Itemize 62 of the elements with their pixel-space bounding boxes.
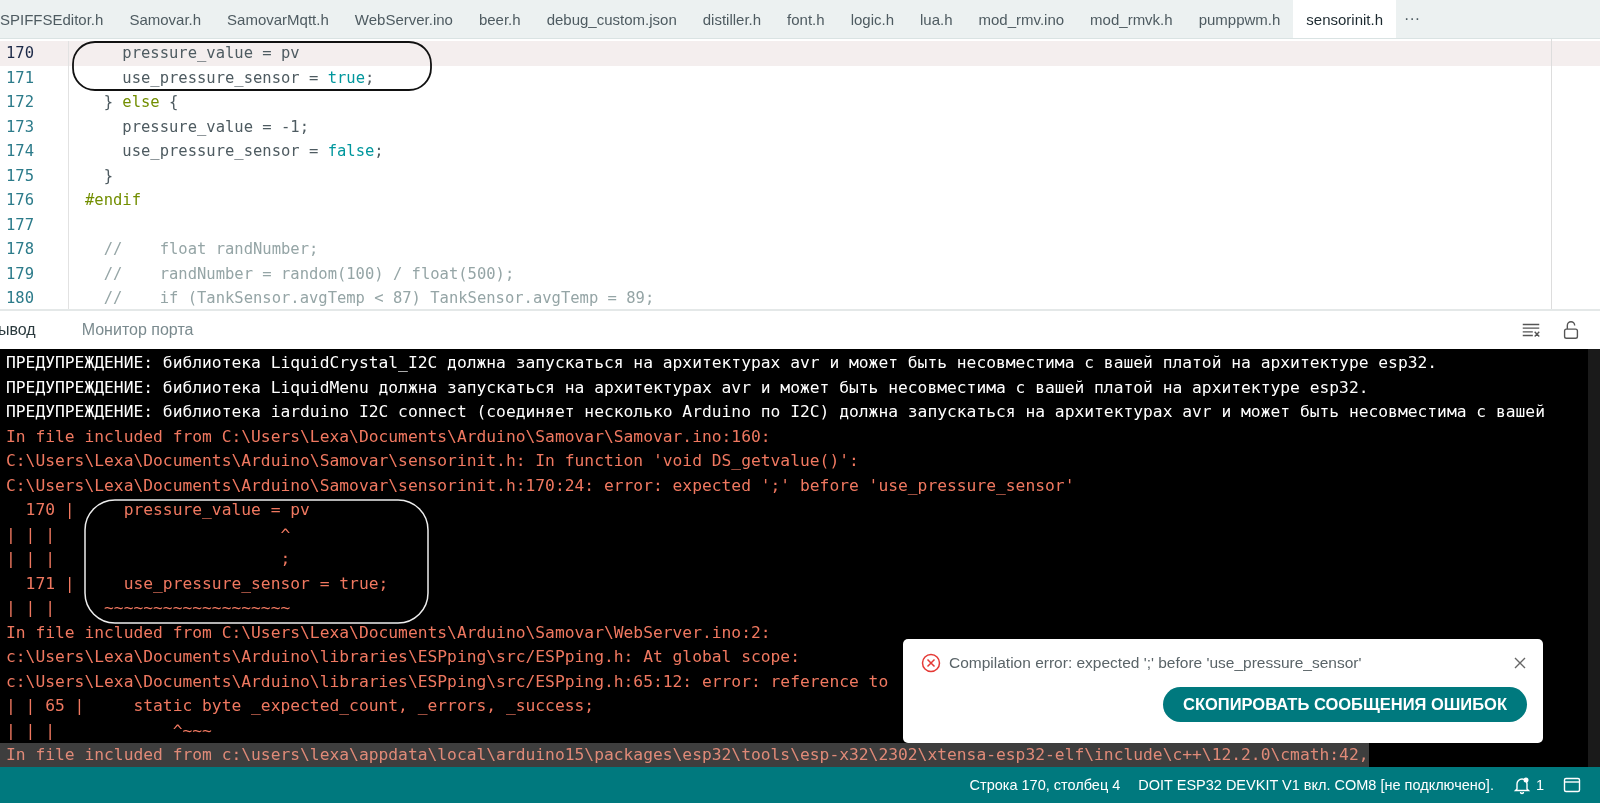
- line-number: 177: [5, 215, 35, 234]
- close-icon[interactable]: [1513, 656, 1527, 670]
- line-number: 175: [5, 166, 35, 185]
- file-tab[interactable]: logic.h: [837, 0, 907, 38]
- console-line: ПРЕДУПРЕЖДЕНИЕ: библиотека LiquidMenu должна запускаться на архитектурах avr и может быть несовместима с вашей платой на архитектуре esp32.: [5, 376, 1369, 399]
- console-line: In file included from C:\Users\Lexa\Documents\Arduino\Samovar\Samovar.ino:160:: [5, 425, 771, 448]
- console-line: ПРЕДУПРЕЖДЕНИЕ: библиотека LiquidCrystal_I2C должна запускаться на архитектурах avr и может быть несовместима с вашей платой на архитектуре esp32.: [5, 352, 1438, 374]
- code-line: // if (TankSensor.avgTemp < 87) TankSensor.avgTemp = 89;: [102, 289, 655, 308]
- file-tab[interactable]: font.h: [774, 0, 838, 38]
- file-tab[interactable]: pumppwm.h: [1185, 0, 1294, 38]
- console-line: c:\Users\Lexa\Documents\Arduino\libraries\ESPping\src/ESPping.h:65:12: error: reference to: [5, 670, 889, 693]
- panel-icon[interactable]: [1562, 775, 1582, 795]
- console-line: ПРЕДУПРЕЖДЕНИЕ: библиотека iarduino I2C connect (соединяет несколько Arduino по I2C) должна запускаться на архитектурах avr и может быть несовместима с вашей: [5, 401, 1545, 423]
- code-line: // float randNumber;: [102, 240, 319, 259]
- console-line: 171 | use_pressure_sensor = true;: [24, 572, 389, 595]
- line-number: 178: [5, 240, 35, 259]
- notification-count: 1: [1535, 777, 1544, 793]
- file-tab[interactable]: SamovarMqtt.h: [214, 0, 342, 38]
- file-tab[interactable]: lua.h: [907, 0, 966, 38]
- file-tab[interactable]: mod_rmv.ino: [965, 0, 1078, 38]
- cursor-position: Строка 170, столбец 4: [969, 777, 1121, 793]
- line-number: 174: [5, 142, 35, 161]
- code-line: }: [102, 166, 113, 185]
- code-line: pressure_value = -1;: [121, 117, 309, 136]
- code-line: use_pressure_sensor = true;: [121, 68, 375, 87]
- output-tab[interactable]: Монитор порта: [57, 321, 216, 339]
- line-number: 173: [5, 117, 35, 136]
- console-line: | | | ^: [5, 523, 291, 546]
- file-tab[interactable]: WebServer.ino: [341, 0, 466, 38]
- code-line: } else {: [102, 93, 179, 112]
- line-number: 170: [5, 44, 35, 63]
- code-line: // randNumber = random(100) / float(500);: [102, 264, 515, 283]
- console-line: | | | ^~~~: [5, 719, 212, 742]
- file-tab[interactable]: distiller.h: [689, 0, 775, 38]
- error-icon: [921, 653, 941, 673]
- file-tab[interactable]: debug_custom.json: [533, 0, 690, 38]
- line-number: 179: [5, 264, 35, 283]
- more-tabs-button[interactable]: ···: [1396, 0, 1429, 38]
- line-number: 176: [5, 191, 35, 210]
- console-line: | | | ;: [5, 548, 291, 570]
- console-line: c:\Users\Lexa\Documents\Arduino\libraries\ESPping\src/ESPping.h: At global scope:: [5, 646, 800, 668]
- line-number: 171: [5, 68, 35, 87]
- console-line: In file included from C:\Users\Lexa\Documents\Arduino\Samovar\WebServer.ino:2:: [5, 621, 771, 644]
- console-line: C:\Users\Lexa\Documents\Arduino\Samovar\sensorinit.h: In function 'void DS_getvalue()':: [5, 450, 859, 472]
- bell-icon[interactable]: [1511, 775, 1532, 795]
- console-line: | | | ~~~~~~~~~~~~~~~~~~~: [5, 597, 291, 619]
- file-tab[interactable]: mod_rmvk.h: [1077, 0, 1186, 38]
- line-number: 172: [5, 93, 35, 112]
- file-tab[interactable]: beer.h: [465, 0, 534, 38]
- board-info[interactable]: DOIT ESP32 DEVKIT V1 вкл. COM8 [не подключено].: [1138, 777, 1494, 793]
- code-line: pressure_value = pv: [121, 44, 300, 63]
- console-line: 170 | pressure_value = pv: [24, 499, 310, 521]
- file-tab[interactable]: sensorinit.h: [1293, 0, 1397, 38]
- code-line: #endif: [84, 191, 141, 210]
- console-line: C:\Users\Lexa\Documents\Arduino\Samovar\sensorinit.h:170:24: error: expected ';' before 'use_pressure_sensor': [5, 474, 1075, 497]
- error-message: Compilation error: expected ';' before 'use_pressure_sensor': [949, 654, 1363, 672]
- code-line: use_pressure_sensor = false;: [121, 142, 384, 161]
- file-tab[interactable]: Samovar.h: [116, 0, 215, 38]
- console-line: | | 65 | static byte _expected_count, _errors, _success;: [5, 695, 595, 717]
- line-number: 180: [5, 289, 35, 308]
- copy-errors-button[interactable]: СКОПИРОВАТЬ СООБЩЕНИЯ ОШИБОК: [1163, 687, 1527, 722]
- file-tab[interactable]: SPIFFSEditor.h: [0, 0, 117, 38]
